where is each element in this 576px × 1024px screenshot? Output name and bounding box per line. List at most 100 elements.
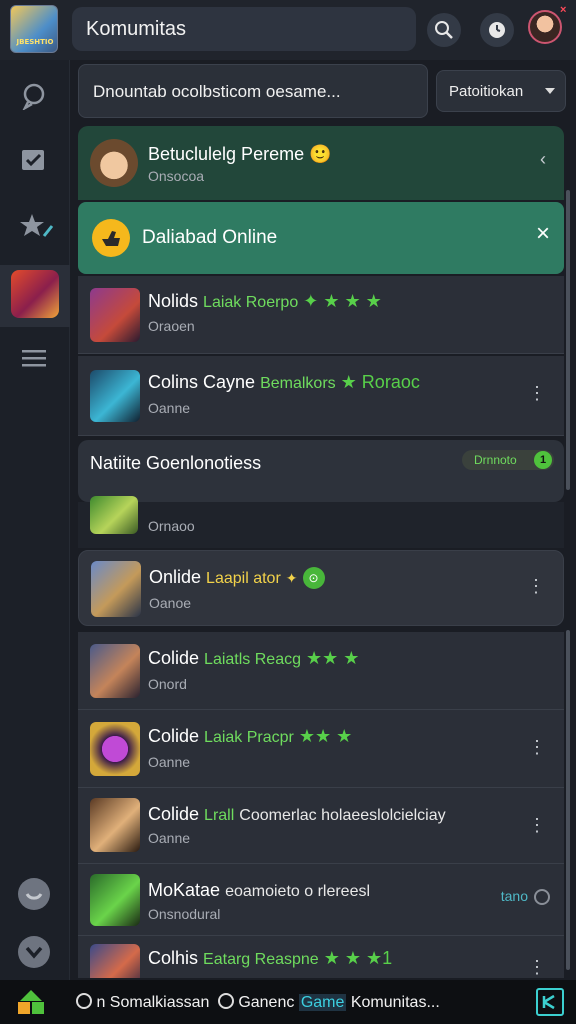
pinned-emoji: 🙂 xyxy=(309,144,332,164)
row-badge: ⊙ xyxy=(302,567,325,590)
user-avatar[interactable] xyxy=(528,10,562,44)
row-subtitle: Oraoen xyxy=(148,318,195,334)
show-desktop-button[interactable] xyxy=(536,988,564,1016)
rail-edit-button[interactable] xyxy=(0,196,70,256)
thumbs-up-icon xyxy=(92,219,130,257)
row-tag: Laiatls Reacg xyxy=(204,651,301,668)
taskbar-segment-2: Ganenc xyxy=(238,994,295,1011)
section-title: Natiite Goenlonotiess xyxy=(90,453,262,473)
pinned-community[interactable]: Betuclulelg Pereme 🙂 Onsocoa ‹ xyxy=(78,126,564,200)
section-header: Natiite Goenlonotiess Drnnoto 1 xyxy=(78,440,564,502)
chevron-down-icon xyxy=(25,946,43,959)
row-menu-button[interactable]: ⋮ xyxy=(528,738,546,756)
community-row[interactable]: Colide Laiak Pracpr ★★ ★ Oanne ⋮ xyxy=(78,710,564,788)
row-menu-button[interactable]: ⋮ xyxy=(528,816,546,834)
filter-search-input[interactable]: Dnountab ocolbsticom oesame... xyxy=(78,64,428,118)
chat-bubble-icon xyxy=(22,83,45,110)
row-thumbnail xyxy=(91,561,141,617)
community-row-partial[interactable]: Ornaoo xyxy=(78,496,564,548)
row-menu-button[interactable]: ⋮ xyxy=(528,384,546,402)
community-search-bar[interactable]: Komumitas xyxy=(72,7,416,51)
row-stars: ✦ ★ ★ ★ xyxy=(303,291,382,311)
panel-icon xyxy=(542,994,555,1010)
star-edit-icon xyxy=(20,214,54,237)
app-logo[interactable]: JBESHTIO xyxy=(10,5,58,53)
search-icon xyxy=(435,21,453,39)
filter-dropdown-label: Patoitiokan xyxy=(449,83,524,100)
community-row[interactable]: Colide Laiatls Reacg ★★ ★ Onord xyxy=(78,632,564,710)
community-row-highlighted[interactable]: Onlide Laapil ator ✦ ⊙ Oanoe ⋮ xyxy=(78,550,564,626)
row-menu-button[interactable]: ⋮ xyxy=(528,958,546,976)
row-name: Colide xyxy=(148,648,200,668)
row-name: Onlide xyxy=(149,567,202,587)
rail-menu-button[interactable] xyxy=(0,328,70,388)
app-window: JBESHTIO Komumitas × Dnountab ocolbstico… xyxy=(0,0,576,1024)
taskbar-segment-1: n Somalkiassan xyxy=(96,994,210,1011)
rail-status-button[interactable] xyxy=(18,878,50,910)
circle-icon xyxy=(76,993,92,1009)
row-emoji: ✦ xyxy=(285,570,298,586)
logo-text: JBESHTIO xyxy=(16,38,54,46)
row-subtitle: Oanne xyxy=(148,400,191,416)
row-menu-button[interactable]: ⋮ xyxy=(527,577,545,595)
section-pill-count: 1 xyxy=(534,451,552,469)
collapse-button[interactable]: ‹ xyxy=(540,150,546,168)
rail-chat-button[interactable] xyxy=(0,66,70,126)
row-thumbnail xyxy=(90,874,140,926)
presence-status: tano xyxy=(501,888,550,906)
scrollbar-upper[interactable] xyxy=(566,190,570,490)
taskbar-segment-3: Komunitas... xyxy=(350,994,440,1011)
community-row[interactable]: Nolids Laiak Roerpo ✦ ★ ★ ★ Oraoen xyxy=(78,276,564,354)
moon-icon xyxy=(25,893,43,900)
pinned-title: Betuclulelg Pereme xyxy=(148,144,305,164)
row-extra: eoamoieto o rlereesl xyxy=(225,883,371,900)
row-tag: Laiak Roerpo xyxy=(203,294,299,311)
clock-icon xyxy=(489,22,505,38)
row-subtitle: Onsnodural xyxy=(148,906,221,922)
row-tag: Laapil ator xyxy=(206,570,281,587)
pinned-subtitle: Onsocoa xyxy=(148,168,205,184)
row-extra: Coomerlac holaeeslolcielciay xyxy=(239,807,446,824)
row-tag: Laiak Pracpr xyxy=(204,729,294,746)
rail-expand-button[interactable] xyxy=(18,936,50,968)
checklist-icon xyxy=(22,150,44,170)
rail-tasks-button[interactable] xyxy=(0,130,70,190)
community-row[interactable]: Colide Lrall Coomerlac holaeeslolcielcia… xyxy=(78,788,564,864)
online-banner[interactable]: Daliabad Online × xyxy=(78,202,564,274)
row-thumbnail xyxy=(90,288,140,342)
notifications-button[interactable] xyxy=(480,13,514,47)
row-name: Colhis xyxy=(148,948,199,968)
row-tag: Lrall xyxy=(204,807,235,824)
game-thumbnail[interactable] xyxy=(11,270,59,318)
row-stars: ★ ★ ★1 xyxy=(323,948,393,968)
row-subtitle: Oanne xyxy=(148,754,191,770)
taskbar-highlight: Game xyxy=(298,994,347,1011)
community-row[interactable]: Colins Cayne Bemalkors ★ Roraoc Oanne ⋮ xyxy=(78,356,564,436)
left-sidebar xyxy=(0,60,70,980)
community-row[interactable]: MoKatae eoamoieto o rlereesl Onsnodural … xyxy=(78,864,564,936)
row-name: Nolids xyxy=(148,291,199,311)
row-stars: ★★ ★ xyxy=(298,726,353,746)
community-row[interactable]: Colhis Eatarg Reaspne ★ ★ ★1 ⋮ xyxy=(78,936,564,978)
row-stars: ★ Roraoc xyxy=(340,372,420,392)
row-thumbnail xyxy=(90,370,140,422)
row-name: Colide xyxy=(148,804,200,824)
hamburger-menu-icon xyxy=(22,350,46,367)
row-stars: ★★ ★ xyxy=(306,648,360,668)
row-thumbnail xyxy=(90,644,140,698)
scrollbar-lower[interactable] xyxy=(566,630,570,970)
section-filter-pill[interactable]: Drnnoto 1 xyxy=(462,450,554,470)
row-name: Colins Cayne xyxy=(148,372,256,392)
row-subtitle: Oanne xyxy=(148,830,191,846)
row-name: MoKatae xyxy=(148,880,221,900)
search-button[interactable] xyxy=(427,13,461,47)
row-subtitle: Oanoe xyxy=(149,595,192,611)
filter-dropdown[interactable]: Patoitiokan xyxy=(436,70,566,112)
start-icon[interactable] xyxy=(18,990,44,1014)
filter-search-text: Dnountab ocolbsticom oesame... xyxy=(93,82,341,101)
taskbar-text[interactable]: n Somalkiassan Ganenc Game Komunitas... xyxy=(76,993,440,1012)
taskbar: n Somalkiassan Ganenc Game Komunitas... xyxy=(0,980,576,1024)
close-icon[interactable]: × xyxy=(536,222,550,246)
online-banner-label: Daliabad Online xyxy=(142,227,278,248)
row-tag: Bemalkors xyxy=(260,375,336,392)
